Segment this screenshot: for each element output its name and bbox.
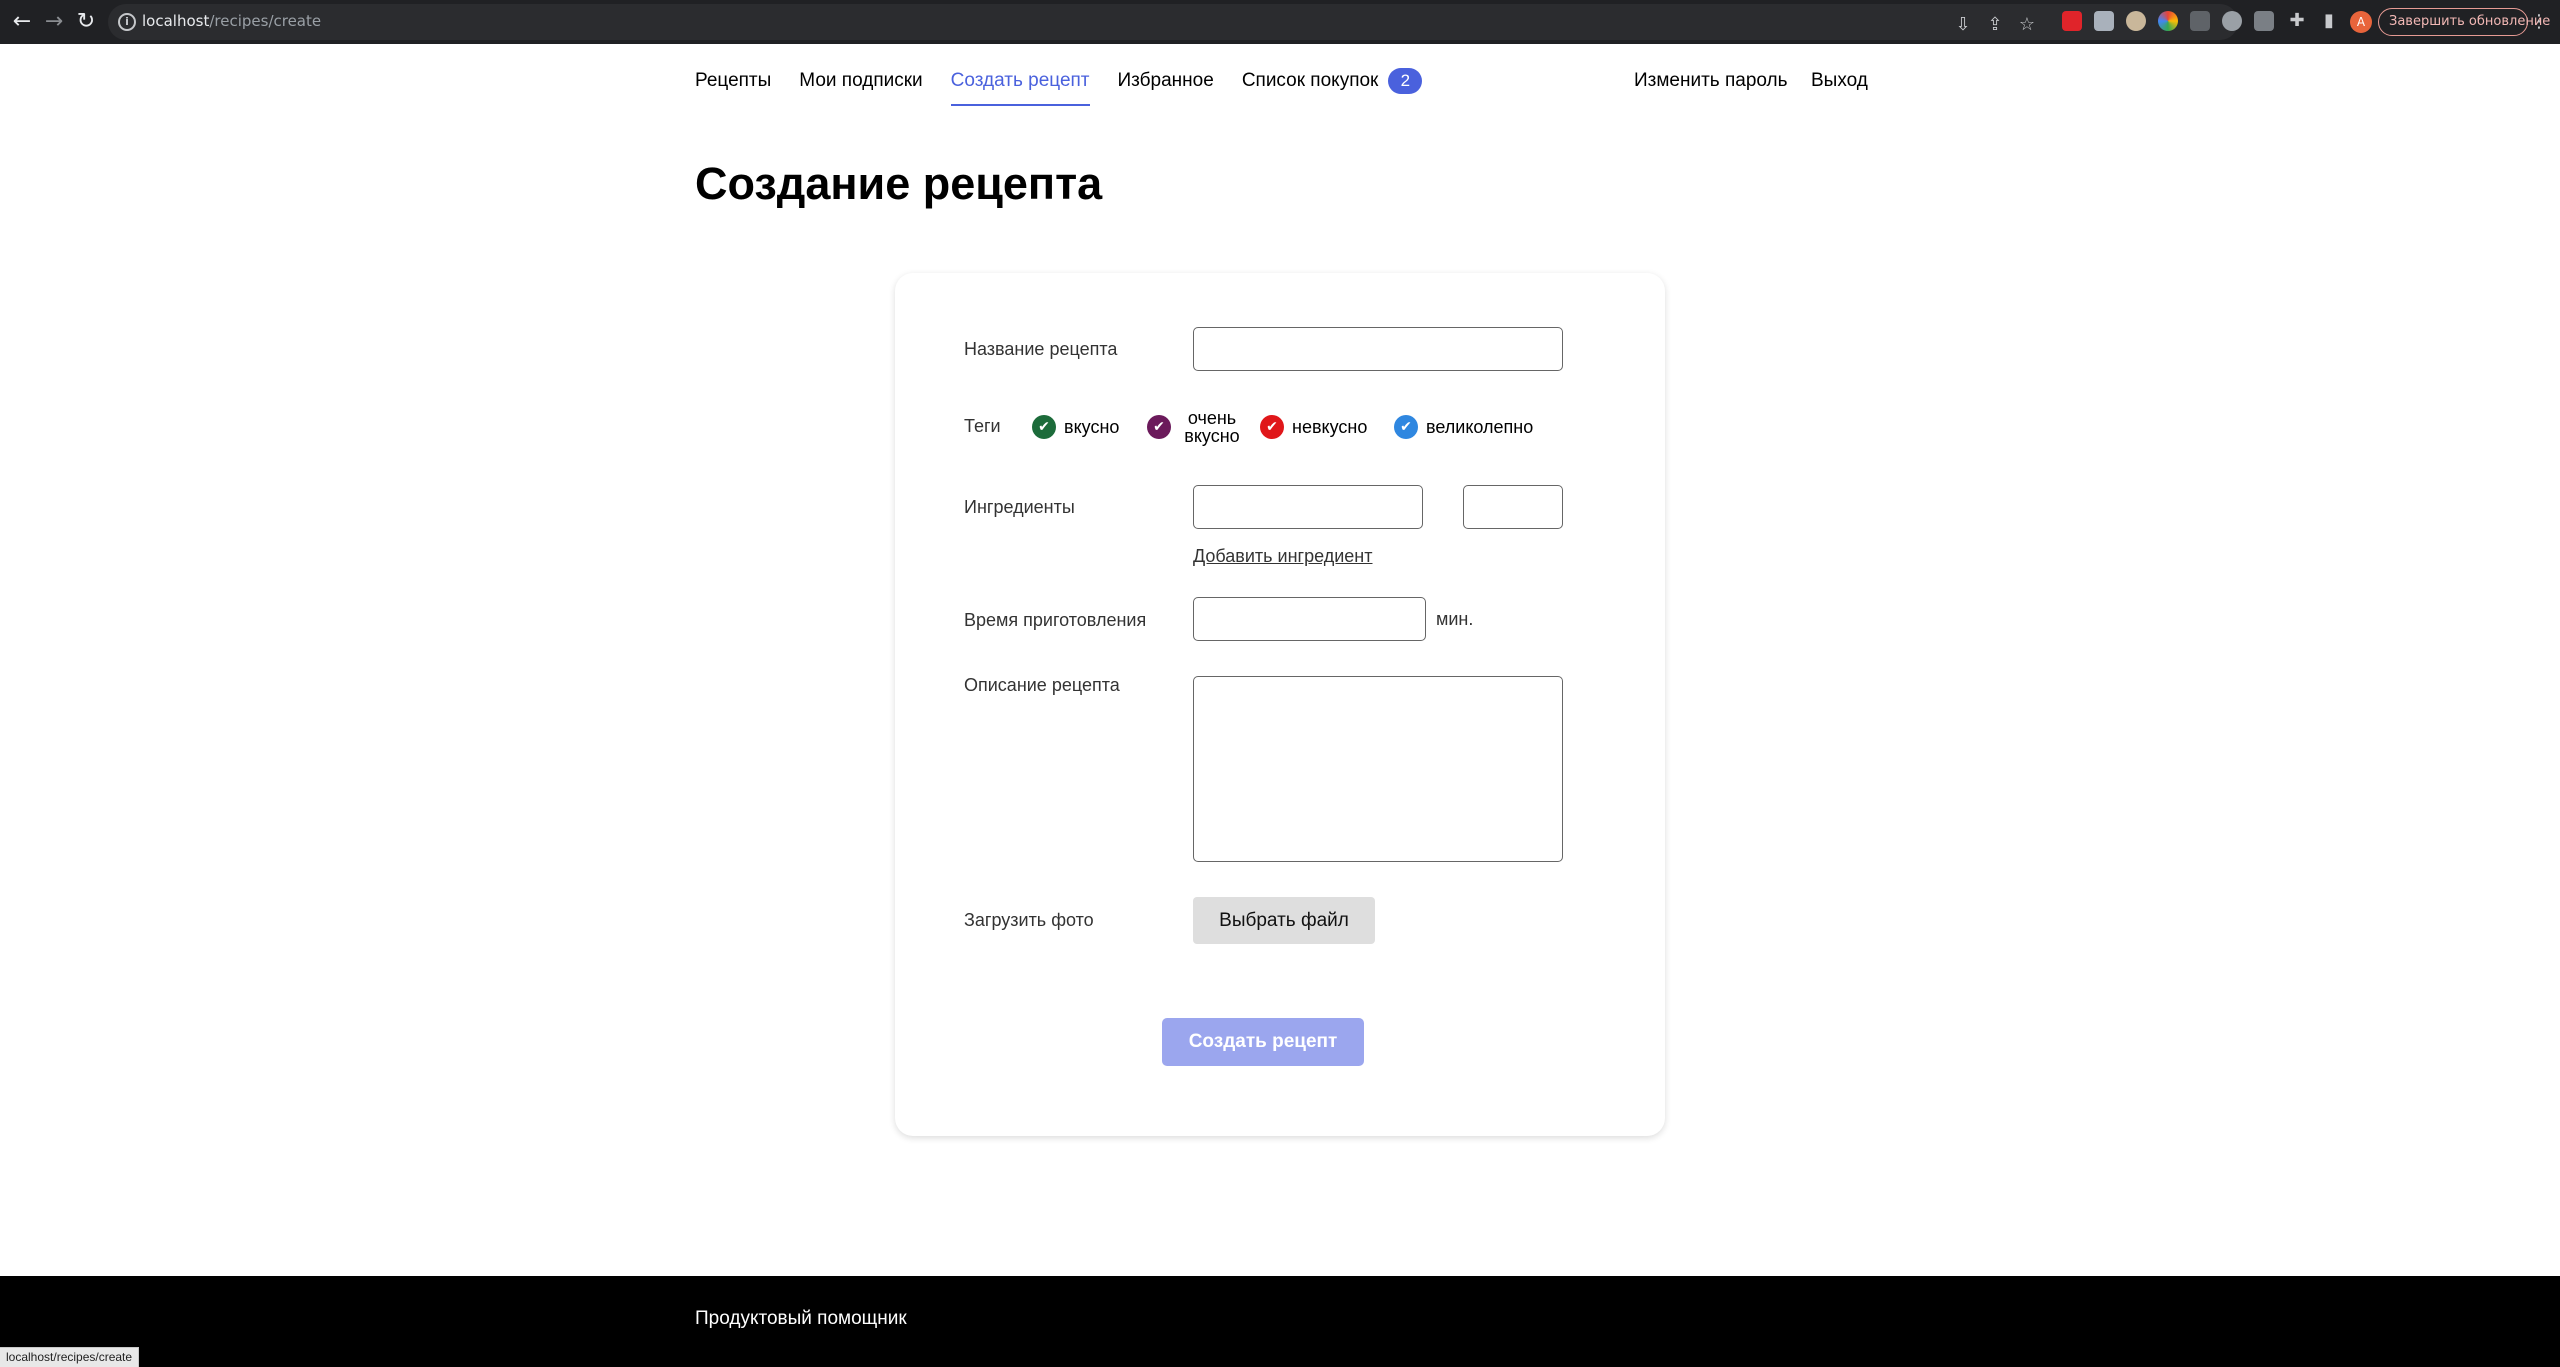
check-icon: ✔: [1260, 415, 1284, 439]
tag-tasty[interactable]: ✔ вкусно: [1032, 407, 1119, 447]
nav-shopping-list-label: Список покупок: [1241, 70, 1379, 91]
create-recipe-button[interactable]: Создать рецепт: [1162, 1018, 1364, 1066]
cook-time-input[interactable]: [1193, 597, 1426, 641]
site-footer: Продуктовый помощник: [0, 1276, 2560, 1367]
extension-globe-icon[interactable]: [2222, 11, 2242, 31]
logout-link[interactable]: Выход: [1811, 68, 1868, 94]
extension-feather-icon[interactable]: [2254, 11, 2274, 31]
reload-icon[interactable]: ↻: [72, 8, 100, 36]
tag-very-tasty[interactable]: ✔ очень вкусно: [1147, 407, 1245, 447]
tag-excellent[interactable]: ✔ великолепно: [1394, 407, 1533, 447]
tag-not-tasty-label: невкусно: [1292, 417, 1368, 437]
tags-label: Теги: [964, 416, 1001, 436]
nav-favorites[interactable]: Избранное: [1118, 68, 1214, 108]
check-icon: ✔: [1032, 415, 1056, 439]
choose-file-button[interactable]: Выбрать файл: [1193, 897, 1375, 944]
check-icon: ✔: [1147, 415, 1171, 439]
extension-face-icon[interactable]: [2126, 11, 2146, 31]
description-label: Описание рецепта: [964, 675, 1120, 695]
nav-recipes[interactable]: Рецепты: [695, 68, 771, 108]
side-panel-icon[interactable]: ▮: [2318, 10, 2340, 32]
forward-icon[interactable]: →: [40, 8, 68, 36]
browser-toolbar: ← → ↻ i localhost/recipes/create ⇩ ⇪ ☆ ✚…: [0, 0, 2560, 44]
ingredient-name-input[interactable]: [1193, 485, 1423, 529]
tag-tasty-label: вкусно: [1064, 417, 1120, 437]
cook-time-label: Время приготовления: [964, 610, 1147, 630]
finish-update-button[interactable]: Завершить обновление: [2378, 8, 2550, 36]
tag-excellent-label: великолепно: [1426, 417, 1534, 437]
extensions-puzzle-icon[interactable]: ✚: [2286, 10, 2308, 32]
recipe-name-label: Название рецепта: [964, 339, 1118, 359]
nav-subscriptions[interactable]: Мои подписки: [799, 68, 922, 108]
bookmark-star-icon[interactable]: ☆: [2016, 14, 2038, 36]
ingredients-label: Ингредиенты: [964, 497, 1075, 517]
extension-red-icon[interactable]: [2062, 11, 2082, 31]
main-nav: Рецепты Мои подписки Создать рецепт Избр…: [695, 68, 1450, 108]
shopping-count-badge: 2: [1388, 68, 1423, 94]
extension-color-icon[interactable]: [2158, 11, 2178, 31]
browser-menu-icon[interactable]: ⋮: [2530, 10, 2548, 34]
status-bar-url: localhost/recipes/create: [0, 1347, 140, 1367]
nav-shopping-list[interactable]: Список покупок 2: [1242, 68, 1423, 108]
back-icon[interactable]: ←: [8, 8, 36, 36]
add-ingredient-link[interactable]: Добавить ингредиент: [1193, 546, 1373, 567]
nav-create-recipe[interactable]: Создать рецепт: [950, 68, 1090, 108]
recipe-form-card: Название рецепта Теги ✔ вкусно ✔ очень в…: [895, 273, 1665, 1136]
extension-square-icon[interactable]: [2190, 11, 2210, 31]
address-bar[interactable]: i localhost/recipes/create ⇩ ⇪ ☆: [108, 4, 2238, 40]
tag-not-tasty[interactable]: ✔ невкусно: [1260, 407, 1367, 447]
install-app-icon[interactable]: ⇩: [1952, 14, 1974, 36]
check-icon: ✔: [1394, 415, 1418, 439]
site-info-icon[interactable]: i: [118, 13, 136, 31]
tag-very-tasty-label: очень вкусно: [1184, 408, 1240, 446]
footer-brand: Продуктовый помощник: [695, 1308, 907, 1329]
address-url[interactable]: localhost/recipes/create: [142, 12, 321, 30]
cook-time-unit: мин.: [1436, 609, 1474, 629]
page-title: Создание рецепта: [695, 158, 1103, 209]
extension-grey-icon[interactable]: [2094, 11, 2114, 31]
description-textarea[interactable]: [1193, 676, 1563, 862]
share-icon[interactable]: ⇪: [1984, 14, 2006, 36]
photo-label: Загрузить фото: [964, 910, 1094, 930]
ingredient-amount-input[interactable]: [1463, 485, 1563, 529]
profile-avatar[interactable]: A: [2350, 11, 2372, 33]
recipe-name-input[interactable]: [1193, 327, 1563, 371]
change-password-link[interactable]: Изменить пароль: [1634, 68, 1788, 94]
